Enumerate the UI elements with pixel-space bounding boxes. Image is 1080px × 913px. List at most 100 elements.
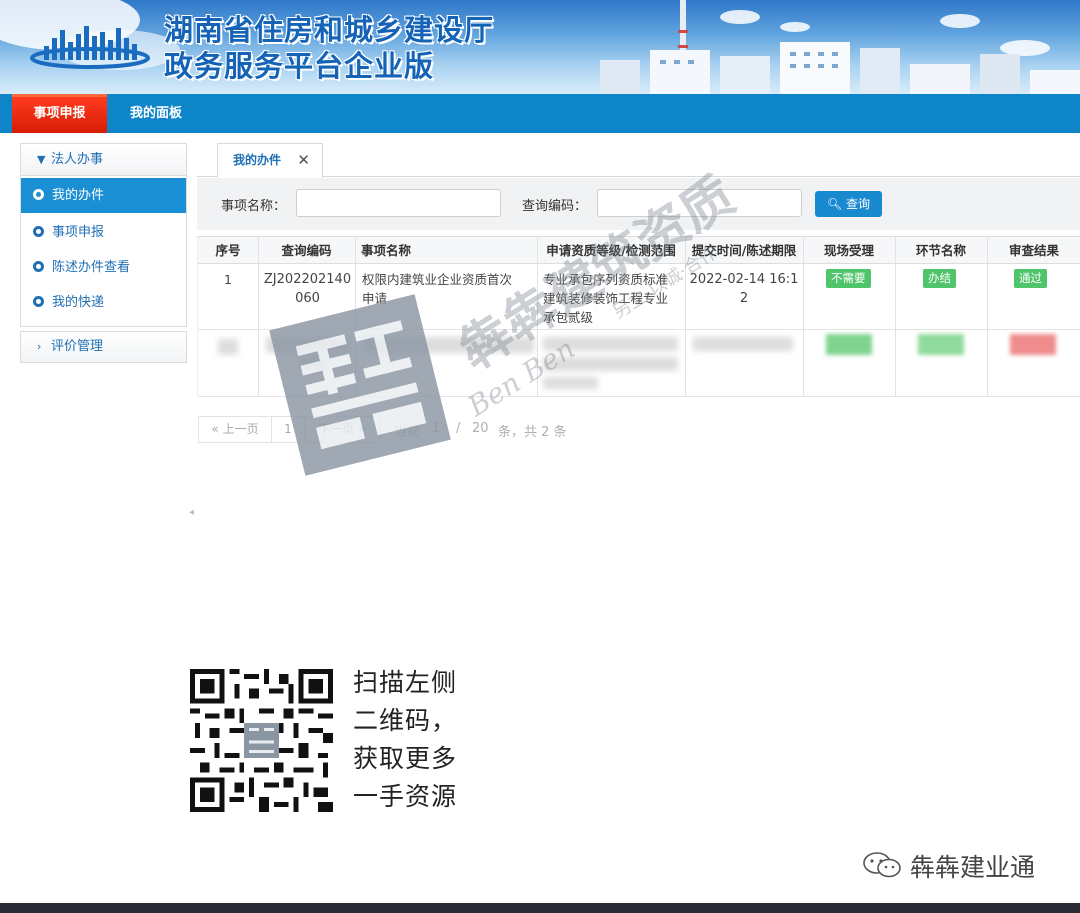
blurred-cell (543, 337, 678, 351)
circle-arrow-icon (33, 189, 44, 200)
sidebar-item-label: 我的办件 (52, 188, 105, 203)
item-name-label: 事项名称： (221, 199, 287, 214)
tab-label: 我的办件 (233, 153, 282, 167)
blurred-badge (918, 334, 964, 355)
search-bar: 事项名称： 查询编码： 🔍︎ 查询 (197, 178, 1080, 230)
sidebar-item-my-cases[interactable]: 我的办件 (21, 178, 186, 213)
row-submit-time: 2022-02-14 16:1 2 (687, 270, 801, 308)
wechat-icon (863, 852, 901, 878)
column-divider (258, 237, 259, 397)
chevron-right-icon: › (37, 340, 42, 353)
table-header-cell: 申请资质等级/检测范围 (537, 237, 685, 264)
item-name-input[interactable] (296, 189, 501, 217)
close-icon[interactable]: ✕ (297, 144, 310, 176)
table-header-cell: 事项名称 (355, 237, 537, 264)
pager-slash: / (456, 421, 461, 436)
pager-per-page[interactable]: 20 (472, 421, 489, 436)
blurred-badge (826, 334, 872, 355)
scope-line: 承包贰级 (543, 310, 594, 325)
next-page-button[interactable]: 下一页 » (304, 416, 380, 443)
pager-current-page[interactable]: 1 (432, 421, 440, 436)
promo-line: 获取更多 (353, 744, 458, 773)
item-name-line: 权限内建筑业企业资质首次 (362, 272, 513, 287)
row-qualification-scope: 专业承包序列资质标准 建筑装修装饰工程专业 承包贰级 (543, 270, 683, 327)
submit-time-line: 2 (739, 291, 749, 306)
query-button-label: 查询 (846, 197, 871, 211)
query-code-label: 查询编码： (522, 199, 588, 214)
chevron-down-icon: ▼ (37, 153, 46, 166)
stage-status-badge: 办结 (923, 269, 956, 288)
table-header-cell: 环节名称 (895, 237, 987, 264)
row-index: 1 (224, 272, 232, 287)
content-tabbar: 我的办件 ✕ (197, 143, 1080, 178)
os-taskbar (0, 903, 1080, 913)
blurred-cell (693, 337, 793, 351)
blurred-cell (364, 337, 534, 353)
pager-summary: 条，共 2 条 (498, 425, 567, 440)
row-divider (198, 396, 1080, 397)
sidebar-group-title: 评价管理 (51, 339, 104, 354)
sidebar-group-evaluation: › 评价管理 (20, 331, 187, 363)
column-divider (987, 237, 988, 397)
banner-title-line2: 政务服务平台企业版 (164, 49, 435, 83)
table-header-cell: 序号 (198, 237, 258, 264)
column-divider (355, 237, 356, 397)
sidebar-group-title: 法人办事 (51, 152, 104, 167)
query-button[interactable]: 🔍︎ 查询 (815, 191, 882, 217)
search-icon: 🔍︎ (826, 197, 843, 211)
sidebar-item-label: 陈述办件查看 (52, 260, 131, 275)
sidebar-item-statement-view[interactable]: 陈述办件查看 (21, 250, 186, 285)
sidebar-item-label: 我的快递 (52, 295, 105, 310)
banner-title: 湖南省住房和城乡建设厅 政务服务平台企业版 (164, 12, 494, 84)
submit-time-line: 2022-02-14 16:1 (689, 272, 799, 287)
circle-arrow-icon (33, 296, 44, 307)
scroll-left-arrow-icon[interactable]: ◂ (189, 507, 194, 518)
promo-line: 二维码， (353, 706, 458, 735)
circle-arrow-icon (33, 261, 44, 272)
row-item-name: 权限内建筑业企业资质首次 申请 (362, 270, 537, 308)
onsite-status-badge: 不需要 (826, 269, 871, 288)
banner-title-line1: 湖南省住房和城乡建设厅 (164, 13, 495, 47)
table-header-cell: 审查结果 (987, 237, 1080, 264)
table-header-cell: 查询编码 (258, 237, 355, 264)
main-nav: 事项申报 我的面板 (0, 94, 1080, 133)
query-code-line: 060 (295, 291, 320, 306)
column-divider (803, 237, 804, 397)
site-banner: 湖南省住房和城乡建设厅 政务服务平台企业版 (0, 0, 1080, 94)
row-divider (198, 329, 1080, 330)
blurred-badge (1010, 334, 1056, 355)
column-divider (895, 237, 896, 397)
sidebar-item-express[interactable]: 我的快递 (21, 285, 186, 320)
circle-arrow-icon (33, 226, 44, 237)
sidebar-item-declare[interactable]: 事项申报 (21, 215, 186, 250)
pager-current-label: 当前 (394, 425, 421, 440)
promo-line: 一手资源 (353, 782, 458, 811)
query-code-line: ZJ202202140 (263, 272, 352, 287)
cases-table: 序号 查询编码 事项名称 申请资质等级/检测范围 提交时间/陈述期限 现场受理 … (197, 236, 1080, 397)
scope-line: 专业承包序列资质标准 (543, 272, 669, 287)
promo-line: 扫描左侧 (353, 668, 458, 697)
blurred-cell (266, 337, 350, 353)
query-code-input[interactable] (597, 189, 802, 217)
tab-my-cases[interactable]: 我的办件 ✕ (217, 143, 323, 178)
blurred-cell (543, 377, 598, 389)
blurred-cell (543, 357, 678, 371)
nav-tab-dashboard[interactable]: 我的面板 (115, 94, 197, 133)
qr-code-image (190, 669, 333, 812)
row-query-code[interactable]: ZJ202202140 060 (260, 270, 355, 308)
result-status-badge: 通过 (1014, 269, 1047, 288)
promo-text: 扫描左侧 二维码， 获取更多 一手资源 (353, 664, 457, 816)
sidebar-group-header[interactable]: ▼ 法人办事 (21, 144, 186, 176)
table-header-cell: 提交时间/陈述期限 (685, 237, 803, 264)
blurred-cell (298, 357, 328, 371)
item-name-line: 申请 (362, 291, 388, 306)
page-number-button[interactable]: 1 (271, 416, 305, 443)
sidebar-group-legal-affairs: ▼ 法人办事 我的办件 事项申报 陈述办件查看 我的快递 (20, 143, 187, 327)
wechat-account-name: 犇犇建业通 (910, 853, 1036, 882)
sidebar-group-header[interactable]: › 评价管理 (21, 332, 186, 362)
blurred-cell (218, 339, 238, 355)
table-header-cell: 现场受理 (803, 237, 895, 264)
nav-tab-declare[interactable]: 事项申报 (12, 94, 107, 133)
prev-page-button[interactable]: « 上一页 (198, 416, 272, 443)
sidebar-item-label: 事项申报 (52, 225, 105, 240)
